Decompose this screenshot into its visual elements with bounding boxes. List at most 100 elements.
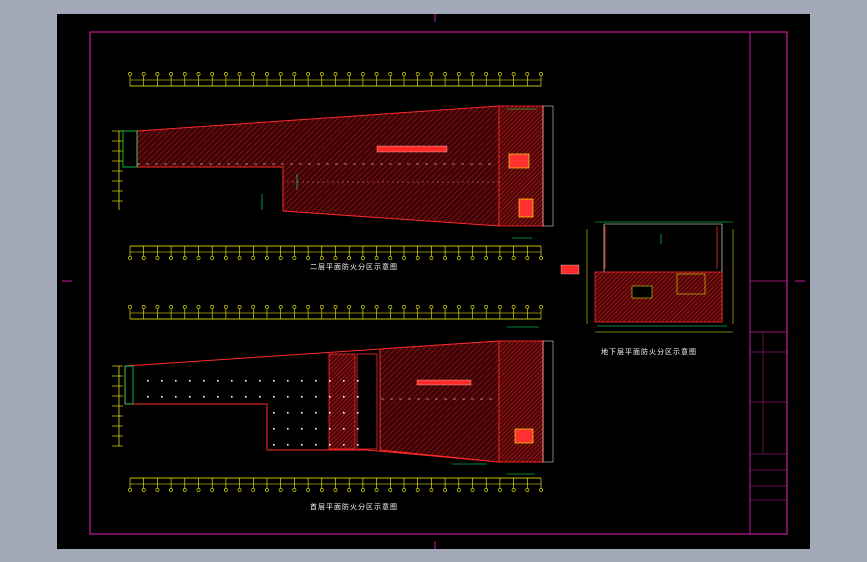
axis-bubble-icon xyxy=(169,305,174,309)
axis-bubble-icon xyxy=(306,305,311,309)
axis-bubble-icon xyxy=(333,305,338,309)
axis-bubble-icon xyxy=(251,72,256,76)
axis-bubble-icon xyxy=(360,256,365,260)
column-marker xyxy=(357,396,359,398)
column-marker xyxy=(287,396,289,398)
axis-bubble-icon xyxy=(360,305,365,309)
column-marker xyxy=(287,428,289,430)
column-marker xyxy=(343,396,345,398)
axis-bubble-icon xyxy=(470,72,475,76)
axis-bubble-icon xyxy=(497,256,502,260)
axis-bubble-icon xyxy=(278,488,283,492)
axis-bubble-icon xyxy=(333,256,338,260)
axis-bubble-icon xyxy=(456,488,461,492)
column-marker xyxy=(357,428,359,430)
column-marker xyxy=(287,412,289,414)
axis-bubble-icon xyxy=(539,305,543,309)
axis-bubble-icon xyxy=(319,305,324,309)
axis-bubble-icon xyxy=(525,305,530,309)
axis-bubble-icon xyxy=(333,488,338,492)
basement-title: 地下层平面防火分区示意图 xyxy=(601,348,697,356)
axis-bubble-icon xyxy=(525,256,530,260)
axis-bubble-icon xyxy=(511,72,516,76)
column-marker xyxy=(273,444,275,446)
axis-bubble-icon xyxy=(429,256,434,260)
axis-bubble-icon xyxy=(497,72,502,76)
column-marker xyxy=(315,444,317,446)
axis-bubble-icon xyxy=(237,488,242,492)
axis-bubble-icon xyxy=(484,488,489,492)
axis-bubble-icon xyxy=(429,488,434,492)
axis-bubble-icon xyxy=(182,256,187,260)
column-marker xyxy=(329,412,331,414)
column-marker xyxy=(301,396,303,398)
column-marker xyxy=(147,380,149,382)
axis-bubble-icon xyxy=(237,72,242,76)
column-marker xyxy=(245,380,247,382)
axis-bubble-icon xyxy=(196,488,201,492)
axis-bubble-icon xyxy=(360,488,365,492)
axis-bubble-icon xyxy=(360,72,365,76)
drawing-sheet: 二层平面防火分区示意图 首层平面防火分区示意图 地下层平面防火分区示意图 xyxy=(57,14,810,549)
axis-bubble-icon xyxy=(306,256,311,260)
axis-bubble-icon xyxy=(511,305,516,309)
column-marker xyxy=(175,396,177,398)
axis-bubble-icon xyxy=(223,256,228,260)
column-marker xyxy=(343,412,345,414)
column-marker xyxy=(259,380,261,382)
fire-zone-hatch xyxy=(136,105,500,227)
axis-bubble-icon xyxy=(251,488,256,492)
axis-bubble-icon xyxy=(265,72,269,76)
axis-bubble-icon xyxy=(402,488,406,492)
second-floor-plan xyxy=(112,72,554,260)
axis-bubble-icon xyxy=(155,488,160,492)
column-marker xyxy=(189,380,191,382)
axis-bubble-icon xyxy=(292,256,297,260)
axis-bubble-icon xyxy=(292,488,297,492)
axis-bubble-icon xyxy=(374,72,379,76)
axis-bubble-icon xyxy=(169,488,174,492)
axis-bubble-icon xyxy=(196,72,201,76)
axis-bubble-icon xyxy=(456,72,461,76)
axis-bubble-icon xyxy=(251,305,256,309)
column-marker xyxy=(315,428,317,430)
column-marker xyxy=(203,396,205,398)
axis-bubble-icon xyxy=(169,256,174,260)
axis-bubble-icon xyxy=(223,72,228,76)
axis-bubble-icon xyxy=(182,488,187,492)
column-marker xyxy=(175,380,177,382)
column-marker xyxy=(203,380,205,382)
axis-bubble-icon xyxy=(141,488,146,492)
axis-bubble-icon xyxy=(182,72,187,76)
axis-bubble-icon xyxy=(251,256,256,260)
axis-bubble-icon xyxy=(182,305,187,309)
column-marker xyxy=(343,380,345,382)
column-marker xyxy=(245,396,247,398)
column-marker xyxy=(287,444,289,446)
column-marker xyxy=(343,428,345,430)
axis-bubble-icon xyxy=(470,256,475,260)
axis-bubble-icon xyxy=(210,488,215,492)
column-marker xyxy=(315,380,317,382)
axis-bubble-icon xyxy=(196,256,201,260)
axis-bubble-icon xyxy=(319,256,324,260)
axis-bubble-icon xyxy=(525,488,530,492)
axis-bubble-icon xyxy=(388,72,393,76)
axis-bubble-icon xyxy=(155,305,160,309)
axis-bubble-icon xyxy=(470,488,475,492)
axis-bubble-icon xyxy=(415,305,420,309)
axis-bubble-icon xyxy=(470,305,475,309)
axis-bubble-icon xyxy=(402,256,406,260)
axis-bubble-icon xyxy=(456,305,461,309)
axis-bubble-icon xyxy=(347,72,352,76)
axis-bubble-icon xyxy=(484,305,489,309)
axis-bubble-icon xyxy=(374,256,379,260)
axis-bubble-icon xyxy=(415,72,420,76)
axis-bubble-icon xyxy=(128,256,132,260)
axis-bubble-icon xyxy=(155,72,160,76)
axis-bubble-icon xyxy=(265,488,269,492)
axis-bubble-icon xyxy=(237,256,242,260)
axis-bubble-icon xyxy=(539,488,543,492)
axis-bubble-icon xyxy=(497,305,502,309)
axis-bubble-icon xyxy=(169,72,174,76)
